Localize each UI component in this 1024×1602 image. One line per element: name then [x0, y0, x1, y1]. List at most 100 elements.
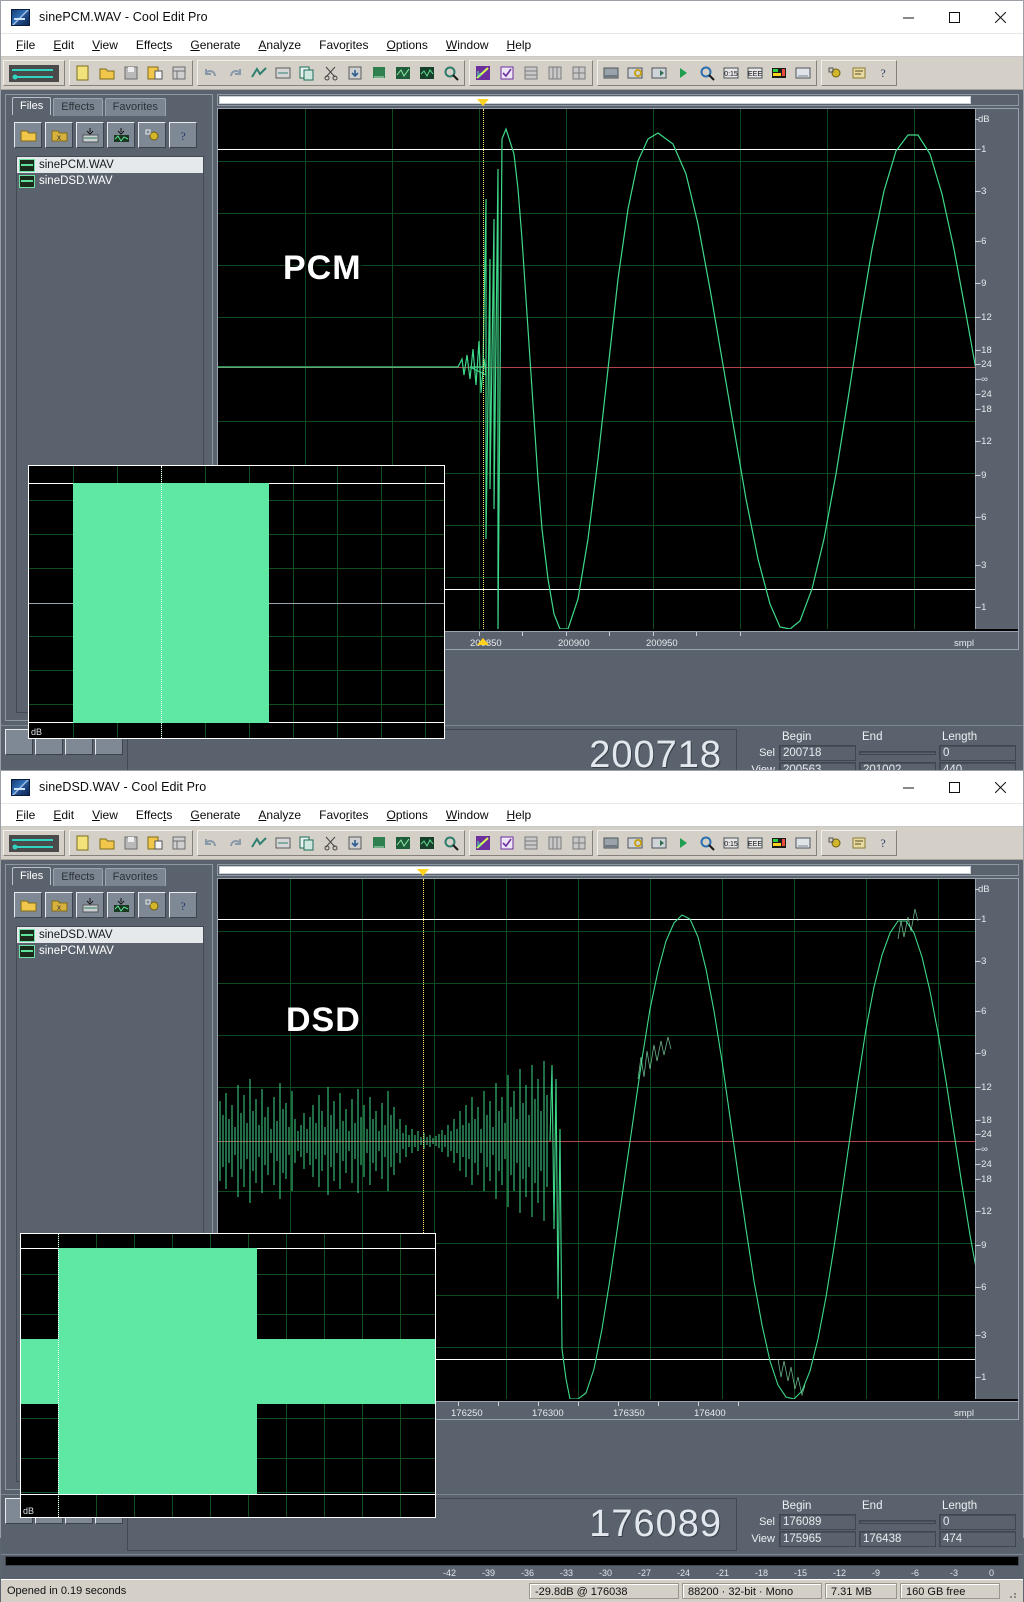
menu-edit[interactable]: Edit: [44, 806, 83, 824]
cut-icon[interactable]: [320, 832, 342, 854]
tab-files[interactable]: Files: [12, 867, 51, 885]
menu-generate[interactable]: Generate: [181, 806, 249, 824]
organizer-toolbar[interactable]: x ?: [14, 122, 212, 148]
insert-multitrack-icon[interactable]: [76, 892, 104, 918]
menu-generate[interactable]: Generate: [181, 36, 249, 54]
time-0-15-icon[interactable]: 0:15: [720, 62, 742, 84]
undo-icon[interactable]: [200, 832, 222, 854]
tab-effects[interactable]: Effects: [53, 98, 102, 116]
list-item[interactable]: sineDSD.WAV: [17, 173, 203, 189]
maximize-icon[interactable]: [931, 771, 977, 803]
eee-levels-icon[interactable]: EEE: [744, 832, 766, 854]
toolbar-dsd[interactable]: 0:15 EEE ?: [1, 827, 1023, 860]
play-icon[interactable]: [672, 62, 694, 84]
view-begin-field[interactable]: 175965: [779, 1531, 856, 1547]
new-file-icon[interactable]: [72, 832, 94, 854]
menu-analyze[interactable]: Analyze: [249, 36, 310, 54]
scripts-icon[interactable]: [848, 62, 870, 84]
grid-c-icon[interactable]: [568, 832, 590, 854]
cut-icon[interactable]: [320, 62, 342, 84]
close-icon[interactable]: [977, 1, 1023, 33]
menu-effects[interactable]: Effects: [127, 806, 181, 824]
trim-icon[interactable]: [392, 62, 414, 84]
zoom-icon[interactable]: [696, 832, 718, 854]
grid-b-icon[interactable]: [544, 62, 566, 84]
grid-c-icon[interactable]: [568, 62, 590, 84]
tab-favorites[interactable]: Favorites: [105, 868, 166, 886]
delete-silence-icon[interactable]: [416, 62, 438, 84]
open-file-icon[interactable]: [96, 832, 118, 854]
zoomed-waveform-inset-pcm[interactable]: dB: [28, 465, 445, 739]
menu-favorites[interactable]: Favorites: [310, 36, 377, 54]
open-file-icon[interactable]: [96, 62, 118, 84]
redo-icon[interactable]: [224, 62, 246, 84]
window-controls[interactable]: [885, 1, 1023, 33]
mixdown-icon[interactable]: [272, 62, 294, 84]
fft-filter-icon[interactable]: [472, 832, 494, 854]
insert-multitrack-icon[interactable]: [76, 122, 104, 148]
trim-icon[interactable]: [392, 832, 414, 854]
sel-begin-field[interactable]: 176089: [779, 1514, 856, 1530]
grid-b-icon[interactable]: [544, 832, 566, 854]
new-file-icon[interactable]: [72, 62, 94, 84]
levels-color-icon[interactable]: [768, 832, 790, 854]
fade-icon[interactable]: [792, 62, 814, 84]
close-file-icon[interactable]: x: [45, 892, 73, 918]
fft-filter-icon[interactable]: [472, 62, 494, 84]
selection-panel-dsd[interactable]: Begin End Length Sel 176089 0 View 17596…: [741, 1498, 1019, 1551]
menu-analyze[interactable]: Analyze: [249, 806, 310, 824]
list-item[interactable]: sinePCM.WAV: [17, 943, 203, 959]
menubar-pcm[interactable]: File Edit View Effects Generate Analyze …: [1, 34, 1023, 57]
batch-icon[interactable]: [168, 832, 190, 854]
insert-wave-icon[interactable]: [107, 122, 135, 148]
find-beats-icon[interactable]: [440, 832, 462, 854]
menu-help[interactable]: Help: [498, 36, 541, 54]
fade-icon[interactable]: [792, 832, 814, 854]
menu-effects[interactable]: Effects: [127, 36, 181, 54]
minimize-icon[interactable]: [885, 1, 931, 33]
menu-help[interactable]: Help: [498, 806, 541, 824]
view-end-field[interactable]: 176438: [859, 1531, 936, 1547]
find-beats-icon[interactable]: [440, 62, 462, 84]
menu-window[interactable]: Window: [437, 36, 498, 54]
playhead-marker-bottom[interactable]: [477, 638, 489, 645]
menu-options[interactable]: Options: [377, 806, 436, 824]
sel-length-field[interactable]: 0: [939, 1514, 1016, 1530]
scrollbar-thumb[interactable]: [219, 866, 971, 874]
copy-icon[interactable]: [296, 62, 318, 84]
sel-begin-field[interactable]: 200718: [779, 745, 856, 761]
options-gear-icon[interactable]: [824, 832, 846, 854]
time-0-15-icon[interactable]: 0:15: [720, 832, 742, 854]
delete-silence-icon[interactable]: [416, 832, 438, 854]
show-pan-icon[interactable]: [648, 832, 670, 854]
menu-options[interactable]: Options: [377, 36, 436, 54]
eee-levels-icon[interactable]: EEE: [744, 62, 766, 84]
horizontal-scrollbar[interactable]: [217, 94, 1019, 106]
repair-transient-icon[interactable]: [248, 832, 270, 854]
play-icon[interactable]: [672, 832, 694, 854]
copy-icon[interactable]: [296, 832, 318, 854]
menu-file[interactable]: File: [7, 36, 44, 54]
show-waveform-icon[interactable]: [600, 832, 622, 854]
grid-a-icon[interactable]: [520, 832, 542, 854]
menu-edit[interactable]: Edit: [44, 36, 83, 54]
organizer-tabs[interactable]: Files Effects Favorites: [6, 95, 212, 116]
waveform-view-toggle[interactable]: [6, 832, 62, 854]
show-pan-icon[interactable]: [648, 62, 670, 84]
help-icon[interactable]: ?: [169, 892, 197, 918]
undo-icon[interactable]: [200, 62, 222, 84]
menu-view[interactable]: View: [83, 36, 127, 54]
save-icon[interactable]: [120, 832, 142, 854]
grid-a-icon[interactable]: [520, 62, 542, 84]
checkbox-icon[interactable]: [496, 832, 518, 854]
paste-icon[interactable]: [344, 62, 366, 84]
options-gear-icon[interactable]: [138, 892, 166, 918]
scrollbar-thumb[interactable]: [219, 96, 971, 104]
levels-color-icon[interactable]: [768, 62, 790, 84]
list-item[interactable]: sineDSD.WAV: [17, 927, 203, 943]
view-length-field[interactable]: 474: [939, 1531, 1016, 1547]
toolbar-pcm[interactable]: 0:15 EEE ?: [1, 57, 1023, 90]
close-icon[interactable]: [977, 771, 1023, 803]
mix-paste-icon[interactable]: [368, 62, 390, 84]
help-icon[interactable]: ?: [169, 122, 197, 148]
